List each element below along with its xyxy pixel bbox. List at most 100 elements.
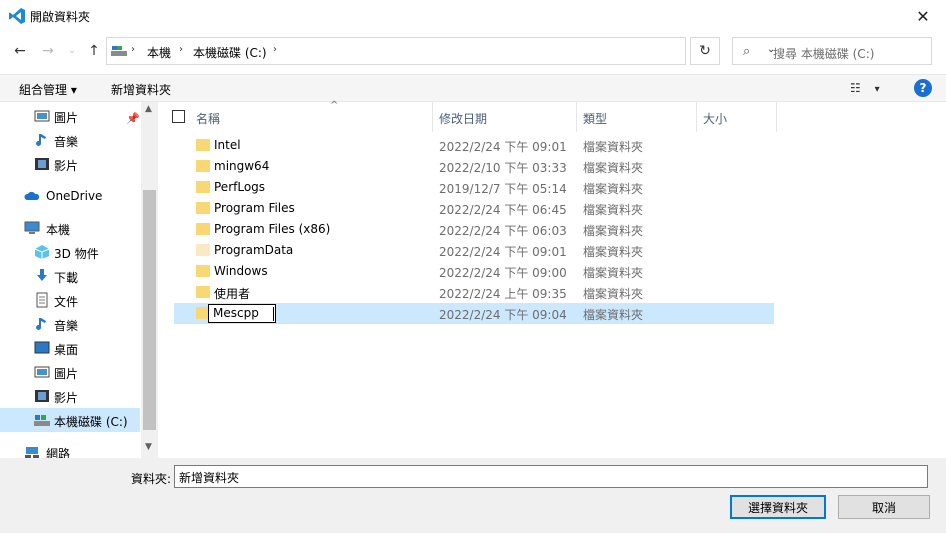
nav-item-videos-2[interactable]: 影片 — [0, 384, 140, 408]
column-header-date[interactable]: 修改日期 — [433, 102, 577, 132]
desktop-icon — [34, 341, 50, 354]
table-row[interactable]: Intel 2022/2/24 下午 09:01 檔案資料夾 — [174, 135, 774, 156]
videos-icon — [35, 390, 49, 402]
drive-icon — [111, 46, 127, 56]
pin-icon[interactable]: 📌 — [126, 112, 140, 125]
folder-icon — [196, 202, 210, 214]
navigation-pane: 圖片 📌 音樂 影片 OneDrive 本機 3D 物件 下載 文件 音樂 桌面… — [0, 102, 158, 461]
dialog-footer: 資料夾: 新增資料夾 選擇資料夾 取消 — [0, 458, 946, 533]
nav-item-label: 影片 — [54, 391, 79, 405]
nav-item-3d-objects[interactable]: 3D 物件 — [0, 240, 140, 264]
rename-input[interactable]: Mescpp — [208, 304, 276, 323]
file-name: ProgramData — [214, 243, 294, 257]
file-type: 檔案資料夾 — [583, 287, 644, 301]
nav-item-label: 文件 — [54, 295, 79, 309]
nav-item-label: 3D 物件 — [54, 247, 99, 261]
file-name: Intel — [214, 138, 241, 152]
refresh-icon: ↻ — [699, 43, 711, 59]
column-label: 名稱 — [196, 112, 221, 126]
nav-item-downloads[interactable]: 下載 — [0, 264, 140, 288]
back-button[interactable]: ← — [10, 41, 30, 61]
sort-ascending-icon: ^ — [330, 100, 339, 111]
search-placeholder: 搜尋 本機磁碟 (C:) — [773, 47, 875, 61]
breadcrumb-chevron-icon[interactable]: › — [131, 44, 135, 55]
breadcrumb-chevron-icon[interactable]: › — [179, 44, 183, 55]
details-view-icon: ☷ — [850, 81, 861, 95]
search-box[interactable]: ⌕ 搜尋 本機磁碟 (C:) — [732, 37, 932, 65]
drive-icon — [34, 415, 50, 426]
command-bar: 組合管理 ▾ 新增資料夾 ☷ ▾ ? — [0, 74, 946, 102]
file-type: 檔案資料夾 — [583, 224, 644, 238]
chevron-down-icon: ⌄ — [68, 46, 76, 56]
refresh-button[interactable]: ↻ — [690, 37, 720, 65]
select-folder-button[interactable]: 選擇資料夾 — [730, 495, 826, 519]
organize-button[interactable]: 組合管理 ▾ — [19, 81, 77, 98]
table-row[interactable]: ProgramData 2022/2/24 下午 09:01 檔案資料夾 — [174, 240, 774, 261]
help-icon: ? — [919, 81, 927, 95]
nav-item-music-2[interactable]: 音樂 — [0, 312, 140, 336]
pictures-icon — [34, 366, 50, 378]
nav-item-music[interactable]: 音樂 — [0, 128, 140, 152]
column-header-type[interactable]: 類型 — [577, 102, 697, 132]
folder-icon — [196, 160, 210, 172]
file-date: 2022/2/24 下午 09:04 — [439, 308, 567, 322]
file-type: 檔案資料夾 — [583, 182, 644, 196]
table-row[interactable]: PerfLogs 2019/12/7 下午 05:14 檔案資料夾 — [174, 177, 774, 198]
scroll-thumb[interactable] — [143, 190, 156, 430]
folder-icon — [196, 223, 210, 235]
folder-icon — [196, 139, 210, 151]
close-button[interactable]: ✕ — [900, 0, 946, 32]
file-type: 檔案資料夾 — [583, 308, 644, 322]
window-title: 開啟資料夾 — [30, 10, 91, 24]
nav-item-local-disk[interactable]: 本機磁碟 (C:) — [0, 408, 140, 432]
nav-item-onedrive[interactable]: OneDrive — [0, 184, 140, 208]
view-options-button[interactable]: ☷ ▾ — [850, 81, 880, 95]
scroll-down-icon[interactable]: ▼ — [145, 442, 152, 452]
new-folder-button[interactable]: 新增資料夾 — [111, 81, 171, 98]
nav-item-this-pc[interactable]: 本機 — [0, 216, 140, 240]
column-header-name[interactable]: 名稱 ^ — [190, 100, 433, 132]
recent-locations-button[interactable]: ⌄ — [62, 41, 82, 61]
help-button[interactable]: ? — [914, 79, 932, 97]
table-row[interactable]: mingw64 2022/2/10 下午 03:33 檔案資料夾 — [174, 156, 774, 177]
folder-name-input[interactable]: 新增資料夾 — [174, 465, 928, 488]
column-label: 大小 — [703, 112, 728, 126]
nav-item-label: 音樂 — [54, 319, 79, 333]
hidden-folder-icon — [196, 244, 210, 256]
cancel-button[interactable]: 取消 — [838, 495, 930, 519]
breadcrumb-chevron-icon[interactable]: › — [273, 44, 277, 55]
table-row[interactable]: Program Files (x86) 2022/2/24 下午 06:03 檔… — [174, 219, 774, 240]
file-date: 2019/12/7 下午 05:14 — [439, 182, 567, 196]
nav-item-label: 本機磁碟 (C:) — [54, 415, 128, 429]
folder-icon — [196, 286, 210, 298]
up-button[interactable]: ↑ — [84, 41, 104, 61]
file-date: 2022/2/24 上午 09:35 — [439, 287, 567, 301]
forward-button[interactable]: → — [38, 41, 58, 61]
music-icon — [36, 134, 46, 146]
nav-item-pictures-2[interactable]: 圖片 — [0, 360, 140, 384]
onedrive-icon — [24, 191, 40, 200]
folder-label: 資料夾: — [131, 472, 172, 486]
forward-arrow-icon: → — [42, 43, 54, 59]
pictures-icon — [34, 110, 50, 122]
column-header-size[interactable]: 大小 — [697, 102, 777, 132]
nav-item-videos[interactable]: 影片 — [0, 152, 140, 176]
table-row[interactable]: Windows 2022/2/24 下午 09:00 檔案資料夾 — [174, 261, 774, 282]
file-date: 2022/2/24 下午 09:01 — [439, 140, 567, 154]
table-row[interactable]: 使用者 2022/2/24 上午 09:35 檔案資料夾 — [174, 282, 774, 303]
nav-scrollbar[interactable]: ▲ ▼ — [141, 102, 158, 458]
folder-icon — [196, 181, 210, 193]
nav-item-pictures[interactable]: 圖片 📌 — [0, 104, 140, 128]
select-all-checkbox[interactable] — [172, 110, 185, 123]
file-type: 檔案資料夾 — [583, 245, 644, 259]
breadcrumb-local-disk[interactable]: 本機磁碟 (C:) — [193, 44, 267, 61]
address-bar[interactable]: › 本機 › 本機磁碟 (C:) › ⌄ — [106, 37, 775, 65]
scroll-up-icon[interactable]: ▲ — [145, 104, 152, 114]
nav-item-desktop[interactable]: 桌面 — [0, 336, 140, 360]
table-row[interactable]: Program Files 2022/2/24 下午 06:45 檔案資料夾 — [174, 198, 774, 219]
table-row-selected[interactable]: Mescpp 2022/2/24 下午 09:04 檔案資料夾 — [174, 303, 774, 324]
breadcrumb-this-pc[interactable]: 本機 — [147, 44, 171, 61]
file-date: 2022/2/24 下午 09:01 — [439, 245, 567, 259]
column-label: 類型 — [583, 112, 608, 126]
nav-item-documents[interactable]: 文件 — [0, 288, 140, 312]
